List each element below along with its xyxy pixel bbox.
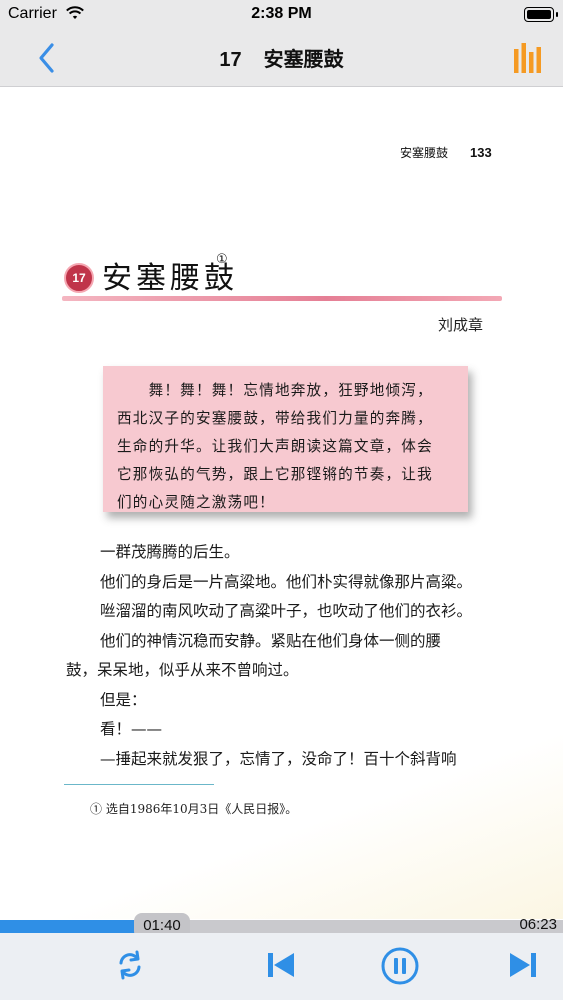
lesson-title-text: 安塞腰鼓 [263, 47, 344, 71]
page-number: 133 [470, 145, 492, 160]
body-line: 一群茂腾腾的后生。 [100, 543, 240, 561]
page-title: 17 安塞腰鼓 [0, 43, 563, 72]
textbook-page: 安塞腰鼓 133 17 安塞腰鼓 ① 刘成章 舞！舞！舞！忘情地奔放，狂野地倾泻，… [0, 87, 563, 919]
body-text: 一群茂腾腾的后生。 他们的身后是一片高粱地。他们朴实得就像那片高粱。 咝溜溜的南… [66, 538, 520, 774]
intro-line: 舞！舞！舞！忘情地奔放，狂野地倾泻， [117, 382, 433, 399]
battery-icon [524, 7, 558, 22]
body-line: 咝溜溜的南风吹动了高粱叶子，也吹动了他们的衣衫。 [100, 602, 473, 620]
skip-next-icon [510, 953, 536, 977]
body-line: —捶起来就发狠了，忘情了，没命了！百十个斜背响 [100, 749, 457, 768]
intro-line: 它那恢弘的气势，跟上它那铿锵的节奏，让我 [117, 466, 433, 483]
footnote-divider [64, 784, 214, 785]
next-button[interactable] [506, 948, 540, 986]
pause-icon [381, 947, 419, 985]
body-line: 鼓，呆呆地，似乎从来不曾响过。 [66, 661, 299, 679]
status-bar: Carrier 2:38 PM [0, 0, 563, 30]
lesson-badge: 17 [64, 263, 94, 293]
running-head-title: 安塞腰鼓 [400, 146, 449, 160]
bar-chart-icon [514, 43, 541, 73]
footnote: ① 选自1986年10月3日《人民日报》。 [90, 802, 298, 816]
skip-previous-icon [268, 953, 294, 977]
progress-fill [0, 920, 147, 933]
body-line: 但是： [100, 690, 147, 709]
audio-list-button[interactable] [512, 40, 546, 76]
author-name: 刘成章 [438, 316, 484, 334]
repeat-button[interactable] [113, 948, 147, 986]
status-time: 2:38 PM [251, 5, 312, 22]
player-controls [0, 933, 563, 1000]
intro-line: 西北汉子的安塞腰鼓，带给我们力量的奔腾， [117, 410, 433, 427]
body-line: 他们的身后是一片高粱地。他们朴实得就像那片高粱。 [100, 572, 473, 591]
intro-box: 舞！舞！舞！忘情地奔放，狂野地倾泻， 西北汉子的安塞腰鼓，带给我们力量的奔腾， … [103, 366, 468, 512]
intro-line: 生命的升华。让我们大声朗读这篇文章，体会 [117, 438, 433, 455]
nav-bar: 17 安塞腰鼓 [0, 30, 563, 87]
total-time-label: 06:23 [519, 916, 557, 933]
running-head: 安塞腰鼓 133 [400, 144, 492, 161]
progress-slider[interactable] [0, 920, 563, 933]
lesson-number: 17 [219, 49, 242, 71]
body-line: 看！—— [100, 720, 163, 738]
body-line: 他们的神情沉稳而安静。紧贴在他们身体一侧的腰 [100, 631, 442, 650]
repeat-icon [119, 950, 141, 980]
pause-button[interactable] [380, 946, 420, 990]
previous-button[interactable] [264, 948, 298, 986]
title-divider [62, 296, 502, 301]
intro-line: 们的心灵随之激荡吧！ [117, 494, 275, 511]
footnote-marker: ① [216, 252, 228, 267]
